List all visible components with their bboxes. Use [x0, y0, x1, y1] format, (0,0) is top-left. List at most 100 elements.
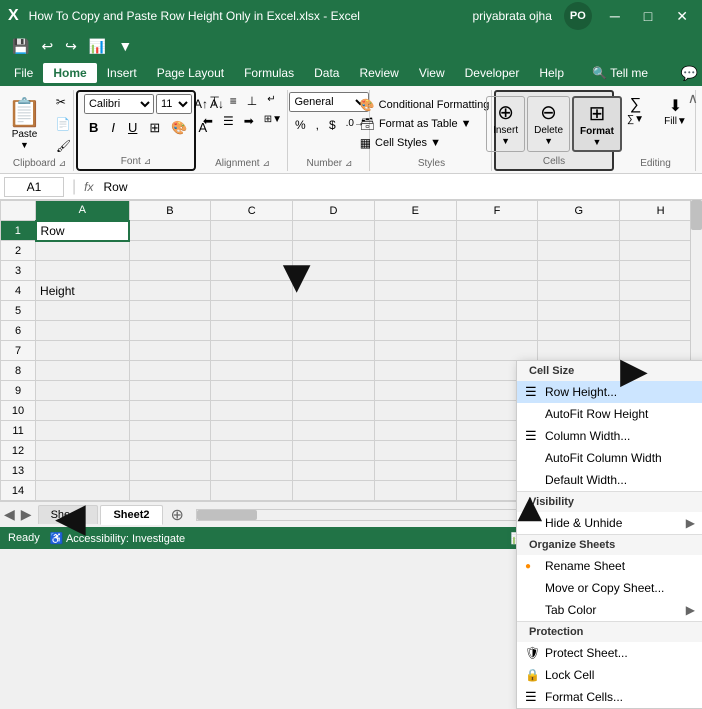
column-width-item[interactable]: ☰ Column Width...	[517, 425, 702, 447]
cell-e6[interactable]	[374, 321, 456, 341]
copy-button[interactable]: 📄	[51, 114, 79, 134]
cell-a3[interactable]	[36, 261, 129, 281]
menu-view[interactable]: View	[409, 63, 455, 83]
align-middle-btn[interactable]: ≡	[226, 92, 241, 110]
underline-button[interactable]: U	[123, 118, 142, 137]
cell-e5[interactable]	[374, 301, 456, 321]
cell-c12[interactable]	[211, 441, 293, 461]
cell-g7[interactable]	[538, 341, 620, 361]
align-top-btn[interactable]: ⊤	[205, 92, 223, 110]
cell-e3[interactable]	[374, 261, 456, 281]
default-width-item[interactable]: Default Width...	[517, 469, 702, 491]
sheet-tab-2[interactable]: Sheet2	[100, 505, 162, 525]
cell-b2[interactable]	[129, 241, 211, 261]
lock-cell-item[interactable]: 🔒 Lock Cell	[517, 664, 702, 686]
cell-b13[interactable]	[129, 461, 211, 481]
minimize-button[interactable]: ─	[604, 6, 626, 26]
col-header-f[interactable]: F	[456, 201, 538, 221]
align-right-btn[interactable]: ➡	[240, 112, 258, 130]
cell-c10[interactable]	[211, 401, 293, 421]
format-cell-btn[interactable]: ⊞ Format ▼	[572, 96, 622, 152]
cell-c8[interactable]	[211, 361, 293, 381]
font-family-select[interactable]: Calibri	[84, 94, 154, 114]
cell-a8[interactable]	[36, 361, 129, 381]
h-scrollbar-thumb[interactable]	[197, 510, 257, 520]
cell-c6[interactable]	[211, 321, 293, 341]
cell-b6[interactable]	[129, 321, 211, 341]
cell-d2[interactable]	[293, 241, 375, 261]
cell-e14[interactable]	[374, 481, 456, 501]
cell-b12[interactable]	[129, 441, 211, 461]
menu-insert[interactable]: Insert	[97, 63, 147, 83]
cut-button[interactable]: ✂	[51, 92, 79, 112]
align-center-btn[interactable]: ☰	[219, 112, 238, 130]
cell-d3[interactable]	[293, 261, 375, 281]
close-button[interactable]: ✕	[670, 6, 694, 27]
cell-d13[interactable]	[293, 461, 375, 481]
menu-home[interactable]: Home	[43, 63, 96, 83]
cell-d14[interactable]	[293, 481, 375, 501]
cell-d11[interactable]	[293, 421, 375, 441]
cell-d9[interactable]	[293, 381, 375, 401]
cell-a1[interactable]: Row	[36, 221, 129, 241]
col-header-g[interactable]: G	[538, 201, 620, 221]
currency-btn[interactable]: $	[325, 116, 340, 134]
cell-e7[interactable]	[374, 341, 456, 361]
cell-a7[interactable]	[36, 341, 129, 361]
cell-a4[interactable]: Height	[36, 281, 129, 301]
cell-e8[interactable]	[374, 361, 456, 381]
cell-f4[interactable]	[456, 281, 538, 301]
cell-a11[interactable]	[36, 421, 129, 441]
col-header-a[interactable]: A	[36, 201, 129, 221]
italic-button[interactable]: I	[106, 118, 120, 137]
comments-btn[interactable]: 💬	[681, 65, 698, 82]
menu-developer[interactable]: Developer	[455, 63, 530, 83]
fill-color-btn[interactable]: 🎨	[167, 119, 191, 137]
cell-f5[interactable]	[456, 301, 538, 321]
tab-color-item[interactable]: Tab Color ▶	[517, 599, 702, 621]
cell-c5[interactable]	[211, 301, 293, 321]
hide-unhide-item[interactable]: Hide & Unhide ▶	[517, 512, 702, 534]
sheet-nav-right[interactable]: ▶	[21, 506, 32, 523]
cell-e2[interactable]	[374, 241, 456, 261]
paste-button[interactable]: 📋 Paste ▼	[0, 94, 49, 155]
save-btn[interactable]: 💾	[8, 36, 33, 57]
wrap-text-btn[interactable]: ↵	[263, 92, 279, 110]
format-cells-item[interactable]: ☰ Format Cells...	[517, 686, 702, 708]
cell-b11[interactable]	[129, 421, 211, 441]
autofit-col-width-item[interactable]: AutoFit Column Width	[517, 447, 702, 469]
name-box[interactable]	[4, 177, 64, 197]
cell-d10[interactable]	[293, 401, 375, 421]
sheet-tab-1[interactable]: Sheet1	[38, 505, 99, 524]
insert-cell-btn[interactable]: ⊕ Insert ▼	[486, 96, 525, 152]
cell-d4[interactable]	[293, 281, 375, 301]
menu-help[interactable]: Help	[529, 63, 574, 83]
undo-btn[interactable]: ↩	[37, 36, 57, 57]
col-header-b[interactable]: B	[129, 201, 211, 221]
bold-button[interactable]: B	[84, 118, 103, 137]
autosum-btn[interactable]: ∑ ∑▼	[617, 92, 655, 131]
cell-g4[interactable]	[538, 281, 620, 301]
cell-c13[interactable]	[211, 461, 293, 481]
cell-a2[interactable]	[36, 241, 129, 261]
merge-btn[interactable]: ⊞▼	[260, 112, 286, 130]
scrollbar-thumb[interactable]	[691, 200, 702, 230]
cell-f2[interactable]	[456, 241, 538, 261]
comma-btn[interactable]: ,	[312, 116, 323, 134]
cell-c2[interactable]	[211, 241, 293, 261]
menu-page-layout[interactable]: Page Layout	[147, 63, 234, 83]
cell-b14[interactable]	[129, 481, 211, 501]
formula-input[interactable]	[102, 178, 699, 196]
cell-e9[interactable]	[374, 381, 456, 401]
menu-tell-me[interactable]: 🔍 Tell me	[582, 63, 658, 83]
menu-formulas[interactable]: Formulas	[234, 63, 304, 83]
cell-f7[interactable]	[456, 341, 538, 361]
percent-btn[interactable]: %	[291, 116, 310, 134]
cell-c1[interactable]	[211, 221, 293, 241]
delete-cell-btn[interactable]: ⊖ Delete ▼	[527, 96, 570, 152]
cell-g5[interactable]	[538, 301, 620, 321]
border-btn[interactable]: ⊞	[145, 119, 164, 137]
menu-file[interactable]: File	[4, 63, 43, 83]
col-header-c[interactable]: C	[211, 201, 293, 221]
align-bottom-btn[interactable]: ⊥	[243, 92, 261, 110]
